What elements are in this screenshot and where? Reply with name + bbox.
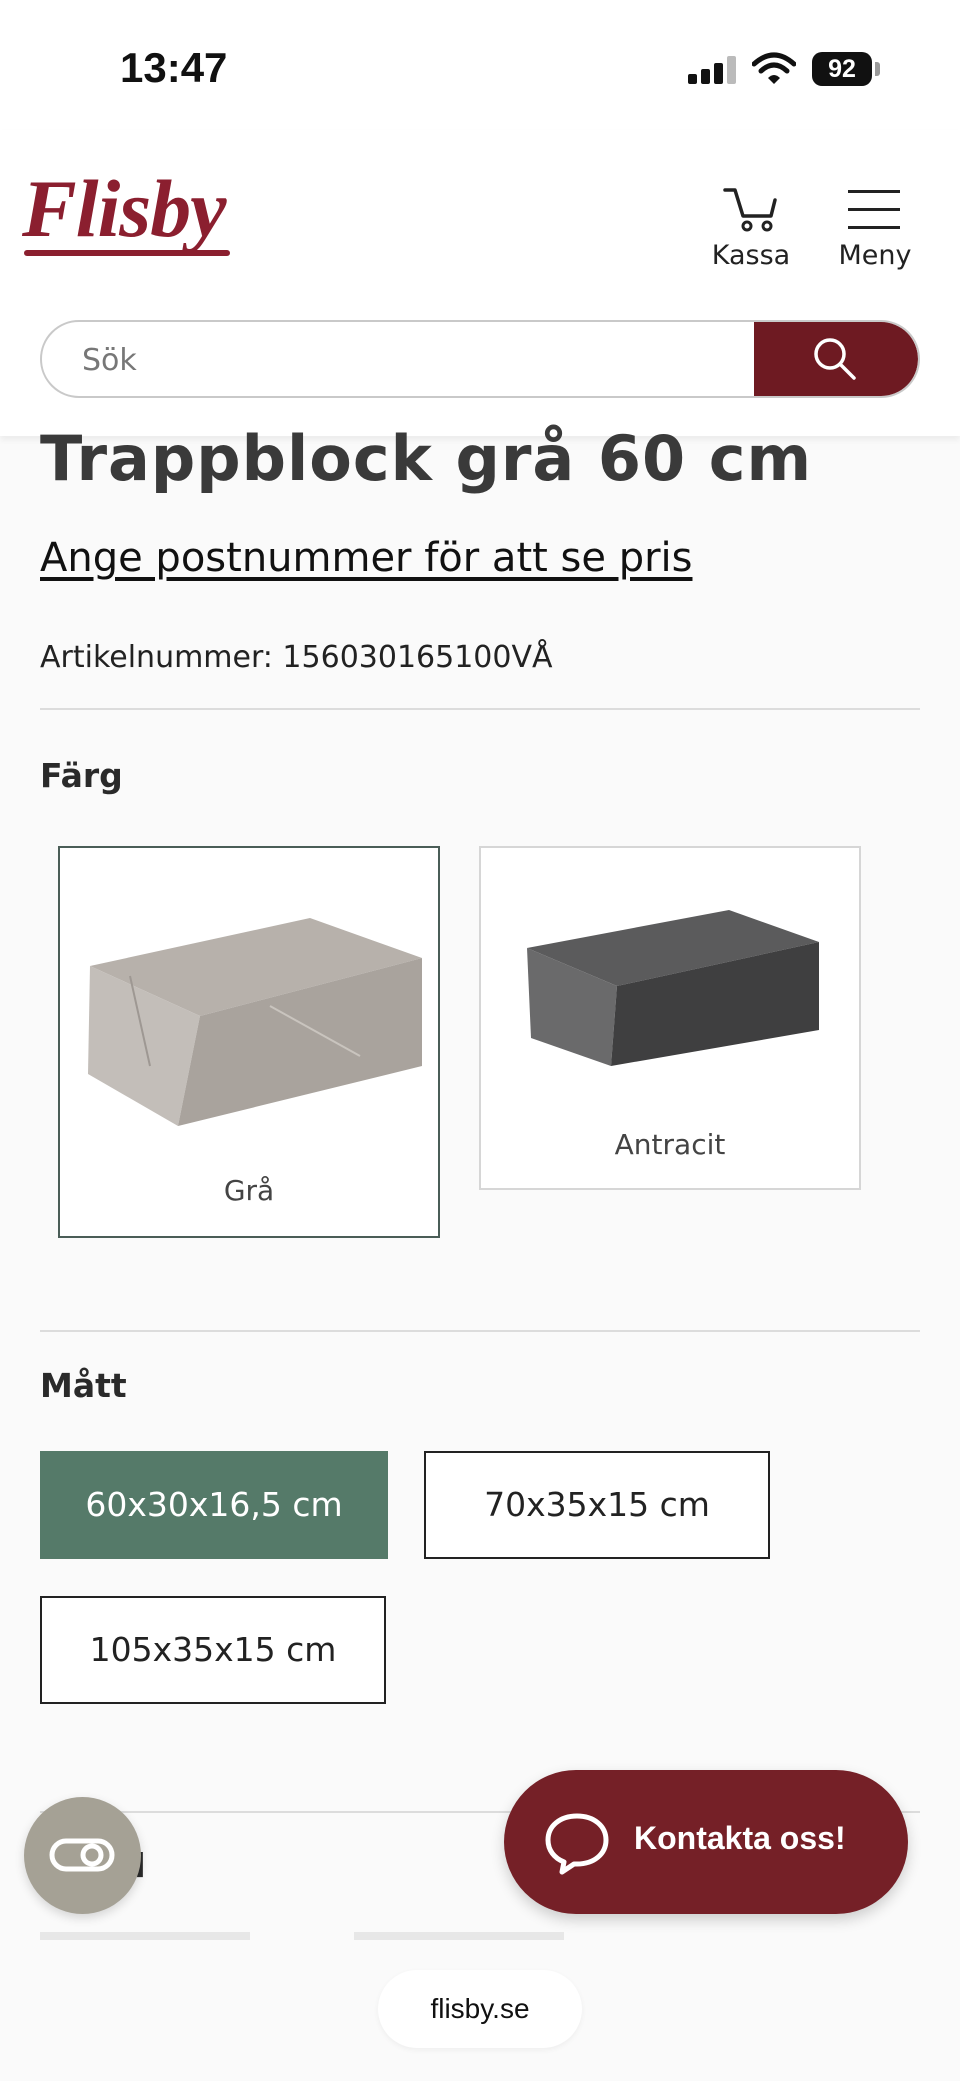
- meny-label: Meny: [838, 240, 912, 271]
- site-logo[interactable]: Flisby: [22, 168, 227, 250]
- size-label: 105x35x15 cm: [89, 1630, 337, 1669]
- article-number: Artikelnummer: 156030165100VÅ: [40, 640, 553, 675]
- color-option-antracit[interactable]: Antracit: [479, 846, 861, 1190]
- menu-button[interactable]: Meny: [830, 180, 920, 280]
- size-option-70x35x15[interactable]: 70x35x15 cm: [424, 1451, 770, 1559]
- search-bar: [40, 320, 920, 398]
- search-input[interactable]: [80, 322, 764, 396]
- anthracite-block-image: [527, 910, 819, 1066]
- contact-chat-button[interactable]: Kontakta oss!: [504, 1770, 908, 1914]
- postcode-price-link[interactable]: Ange postnummer för att se pris: [40, 535, 692, 581]
- battery-tip: [875, 62, 880, 76]
- partial-option-placeholder: [40, 1932, 250, 1940]
- search-icon: [814, 338, 856, 380]
- browser-url-bar[interactable]: flisby.se: [378, 1970, 582, 2048]
- search-button[interactable]: [754, 322, 918, 396]
- cookie-consent-icon: [49, 1838, 115, 1872]
- gray-block-image: [88, 918, 422, 1126]
- partial-option-placeholder: [354, 1932, 564, 1940]
- color-label-gra: Grå: [223, 1174, 275, 1207]
- kassa-button[interactable]: Kassa: [706, 180, 796, 280]
- color-option-gra[interactable]: Grå: [58, 846, 440, 1238]
- color-label-antracit: Antracit: [614, 1128, 726, 1161]
- product-title: Trappblock grå 60 cm: [40, 422, 813, 495]
- logo-underline: [24, 250, 230, 256]
- contact-label: Kontakta oss!: [634, 1820, 846, 1856]
- size-label: 60x30x16,5 cm: [85, 1485, 343, 1524]
- color-section-title: Färg: [40, 756, 123, 795]
- wifi-icon: [752, 52, 796, 84]
- size-label: 70x35x15 cm: [484, 1485, 710, 1524]
- battery-indicator: 92: [812, 52, 872, 86]
- cookie-settings-button[interactable]: [24, 1797, 141, 1914]
- clock: 13:47: [120, 44, 228, 91]
- size-option-60x30x16-5[interactable]: 60x30x16,5 cm: [40, 1451, 388, 1559]
- divider: [40, 1330, 920, 1332]
- kassa-label: Kassa: [711, 240, 791, 271]
- size-section-title: Mått: [40, 1366, 127, 1405]
- size-option-105x35x15[interactable]: 105x35x15 cm: [40, 1596, 386, 1704]
- cart-icon: [723, 188, 777, 232]
- chat-bubble-icon: [545, 1813, 609, 1875]
- divider: [40, 708, 920, 710]
